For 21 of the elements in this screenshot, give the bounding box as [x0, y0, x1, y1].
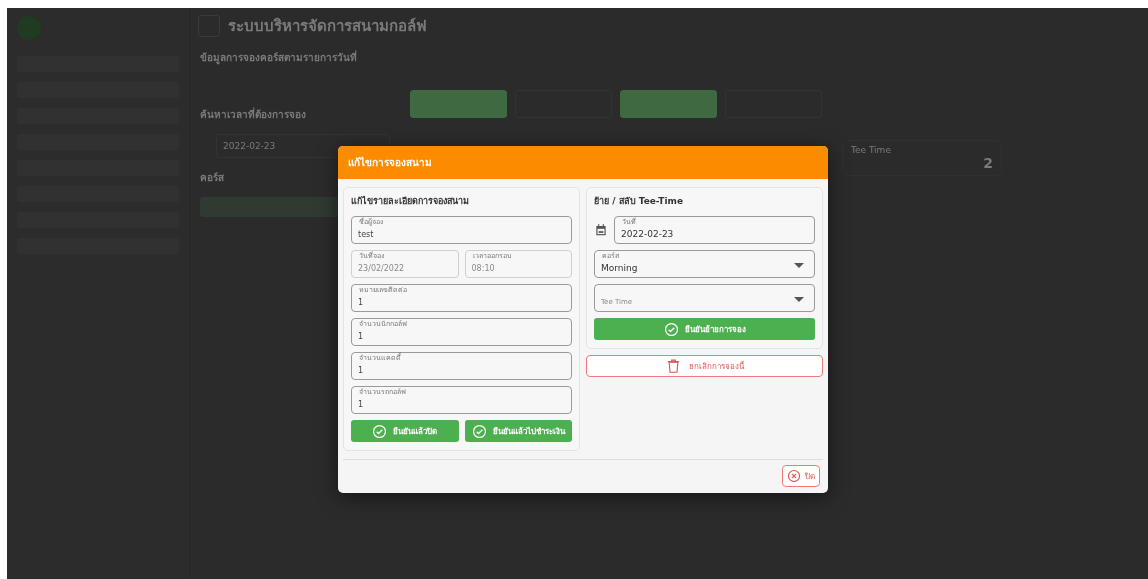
time-slot[interactable] [410, 90, 507, 118]
close-icon [787, 469, 801, 483]
check-circle-icon [471, 423, 487, 439]
time-slot[interactable] [620, 90, 717, 118]
trash-icon [665, 358, 681, 374]
close-button[interactable]: ปิด [782, 465, 820, 487]
caret-icon [794, 297, 804, 302]
search-title: ค้นหาเวลาที่ต้องการจอง [200, 107, 307, 122]
app-title: ระบบบริหารจัดการสนามกอล์ฟ [228, 16, 427, 37]
stat-value: 2 [983, 155, 993, 171]
check-circle-icon [372, 423, 388, 439]
check-circle-icon [663, 321, 679, 337]
cancel-booking-button[interactable]: ยกเลิกการจองนี้ [586, 355, 823, 377]
caret-icon [794, 263, 804, 268]
panel-heading: ย้าย / สลับ Tee-Time [594, 195, 684, 208]
course-title: คอร์ส [200, 171, 225, 185]
section-title: ข้อมูลการจองคอร์สตามรายการวันที่ [200, 50, 358, 65]
stat-label: Tee Time [851, 145, 892, 155]
panel-heading: แก้ไขรายละเอียดการจองสนาม [351, 195, 470, 208]
dialog-title: แก้ไขการจองสนาม [338, 146, 828, 179]
calendar-icon [594, 222, 609, 238]
